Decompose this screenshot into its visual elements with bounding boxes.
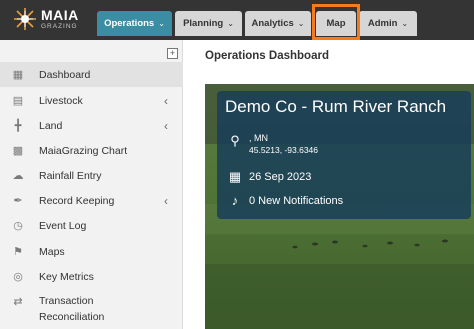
chevron-down-icon: ⌄	[158, 19, 165, 28]
clock-icon: ◷	[13, 220, 23, 232]
record-keeping-icon: ✒	[13, 195, 23, 207]
tab-label: Operations	[104, 18, 155, 29]
maia-logo[interactable]: MAIA GRAZING	[12, 6, 88, 34]
target-icon: ◎	[13, 271, 23, 283]
sidebar-item-key-metrics[interactable]: ◎ Key Metrics	[0, 264, 183, 289]
sidebar-item-label: Record Keeping	[39, 194, 115, 207]
sidebar-item-event-log[interactable]: ◷ Event Log	[0, 213, 183, 238]
sidebar-item-dashboard[interactable]: ▦ Dashboard	[0, 62, 183, 87]
sidebar-item-label: MaiaGrazing Chart	[39, 144, 128, 157]
calendar-icon: ▦	[228, 169, 242, 184]
sidebar-item-label: Land	[39, 119, 63, 132]
sidebar-item-label: Livestock	[39, 94, 83, 107]
sidebar-item-maps[interactable]: ⚑ Maps	[0, 239, 183, 264]
chevron-left-icon: ‹	[164, 118, 168, 133]
top-navigation-bar: MAIA GRAZING Operations ⌄ Planning ⌄ Ana…	[0, 0, 474, 40]
tab-label: Admin	[367, 18, 398, 29]
sidebar-item-label: Dashboard	[39, 68, 91, 81]
sidebar-item-label: Event Log	[39, 219, 87, 232]
ranch-info-card: Demo Co - Rum River Ranch ⚲ , MN 45.5213…	[217, 91, 471, 219]
chevron-left-icon: ‹	[164, 193, 168, 208]
map-icon: ⚑	[13, 246, 23, 258]
chevron-down-icon: ⌄	[227, 19, 234, 28]
cloud-icon: ☁	[12, 170, 24, 182]
page-title: Operations Dashboard	[205, 50, 329, 62]
brand-tagline: GRAZING	[41, 23, 78, 30]
sidebar-item-record-keeping[interactable]: ✒ Record Keeping ‹	[0, 188, 183, 213]
sidebar-item-label-line2: Reconciliation	[39, 311, 105, 323]
starburst-logo-icon	[14, 8, 36, 30]
map-tab-highlight	[312, 4, 360, 40]
chevron-left-icon: ‹	[164, 93, 168, 108]
current-date: 26 Sep 2023	[249, 171, 312, 183]
sidebar-item-land[interactable]: ╋ Land ‹	[0, 113, 183, 138]
tab-label: Planning	[183, 18, 224, 29]
tab-admin[interactable]: Admin ⌄	[359, 11, 417, 36]
tab-analytics[interactable]: Analytics ⌄	[245, 11, 311, 36]
sidebar: + ▦ Dashboard ▤ Livestock ‹ ╋ Land ‹ ▩ M…	[0, 40, 183, 329]
bell-icon: ♪	[231, 193, 239, 208]
brand-name: MAIA	[41, 7, 79, 23]
chevron-down-icon: ⌄	[297, 19, 305, 28]
livestock-icon: ▤	[12, 95, 24, 107]
sidebar-item-livestock[interactable]: ▤ Livestock ‹	[0, 88, 183, 113]
location-name: , MN	[249, 133, 268, 143]
tab-label: Analytics	[251, 18, 294, 29]
sidebar-item-maiagrazing-chart[interactable]: ▩ MaiaGrazing Chart	[0, 138, 183, 163]
sidebar-item-rainfall-entry[interactable]: ☁ Rainfall Entry	[0, 163, 183, 188]
transfer-icon: ⇄	[13, 296, 23, 308]
chevron-down-icon: ⌄	[401, 19, 409, 28]
tab-planning[interactable]: Planning ⌄	[175, 11, 242, 36]
sidebar-item-label-line1: Transaction	[39, 295, 94, 307]
location-pin-icon: ⚲	[230, 133, 240, 148]
fence-icon: ╋	[14, 120, 22, 132]
tab-operations[interactable]: Operations ⌄	[97, 11, 172, 36]
sidebar-item-transaction-reconciliation[interactable]: ⇄ Transaction Reconciliation	[0, 291, 183, 327]
sidebar-item-label: Maps	[39, 245, 65, 258]
location-coordinates: 45.5213, -93.6346	[249, 145, 319, 155]
ranch-name: Demo Co - Rum River Ranch	[225, 97, 447, 116]
dashboard-icon: ▦	[12, 69, 24, 81]
sidebar-item-label: Key Metrics	[39, 270, 94, 283]
sidebar-item-label: Rainfall Entry	[39, 169, 102, 182]
notifications-link[interactable]: 0 New Notifications	[249, 195, 343, 207]
sidebar-collapse-button[interactable]: +	[167, 48, 178, 59]
chart-icon: ▩	[12, 145, 24, 157]
